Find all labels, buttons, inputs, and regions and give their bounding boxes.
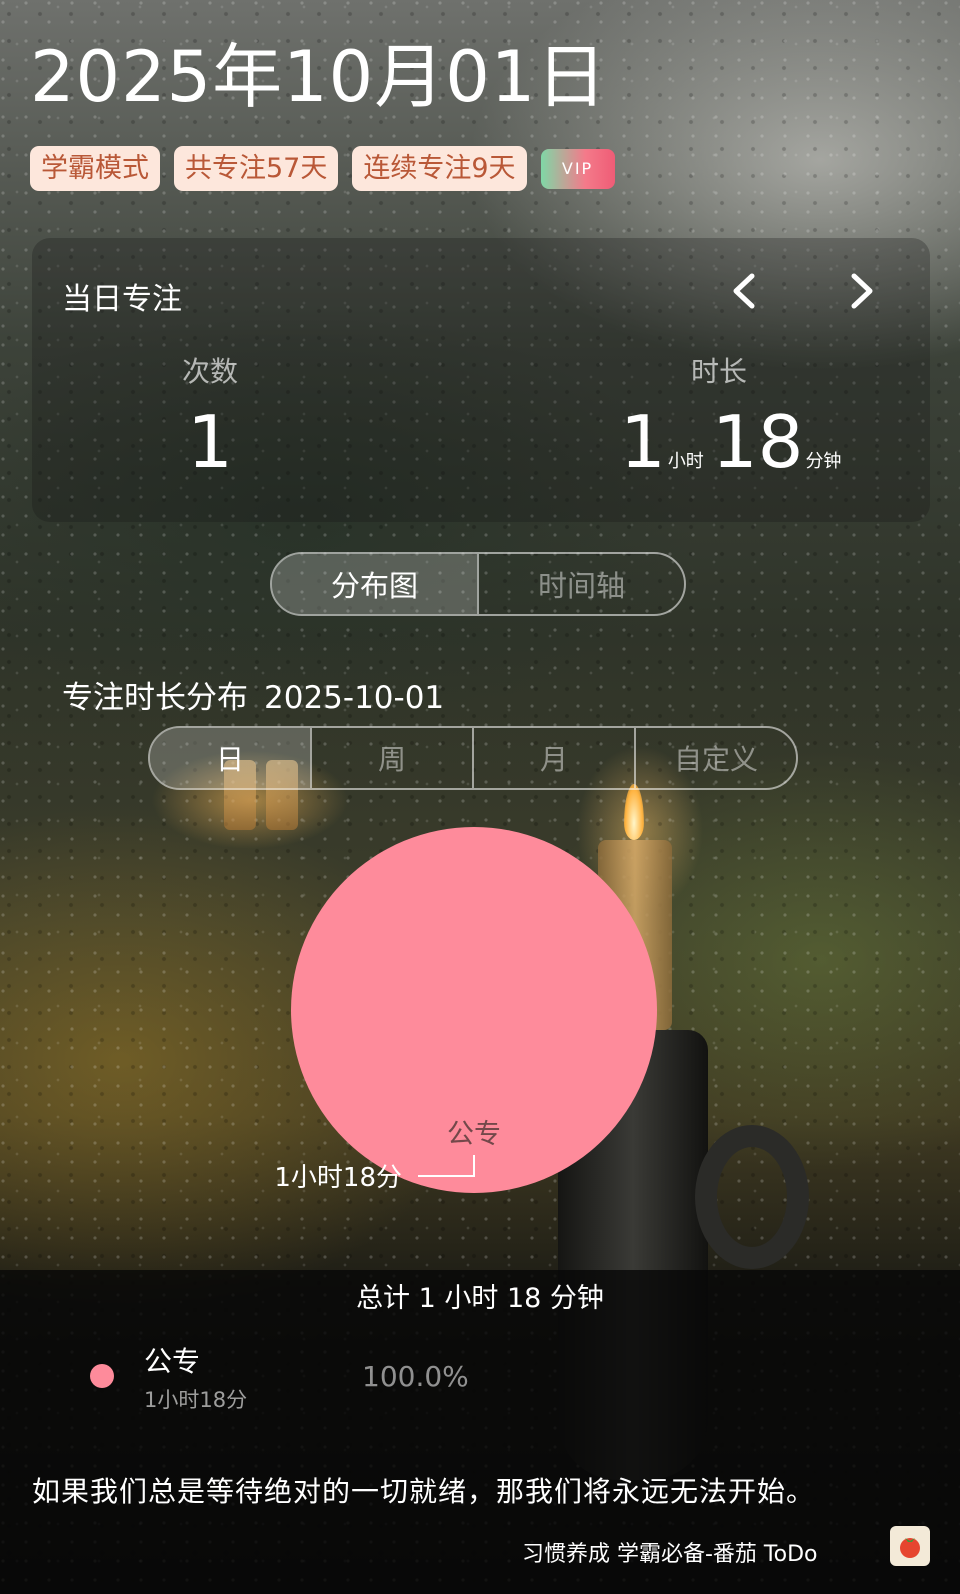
legend-color-dot: [90, 1364, 114, 1388]
tab-week[interactable]: 周: [310, 728, 472, 788]
page-date: 2025年10月01日: [30, 36, 608, 118]
footer-text: 习惯养成 学霸必备-番茄 ToDo: [522, 1542, 818, 1567]
distribution-title-text: 专注时长分布: [62, 680, 248, 716]
tomato-icon: [900, 1538, 920, 1558]
duration-label: 时长: [690, 355, 747, 388]
minutes-unit: 分钟: [805, 451, 842, 472]
count-value: 1: [187, 400, 233, 484]
vip-badge: VIP: [540, 149, 615, 189]
badge-row: 学霸模式 共专注57天 连续专注9天 VIP: [30, 146, 615, 191]
duration-minutes: 18: [711, 400, 804, 484]
distribution-pie-chart: 公专 1小时18分: [274, 827, 657, 1193]
chevron-right-icon: [851, 273, 873, 309]
pie-value-label: 1小时18分: [274, 1163, 402, 1193]
chevron-left-icon: [733, 273, 755, 309]
tab-day[interactable]: 日: [150, 728, 310, 788]
tab-custom[interactable]: 自定义: [634, 728, 796, 788]
app-logo: [890, 1526, 930, 1566]
legend-item-name: 公专: [144, 1345, 201, 1378]
total-days-badge: 共专注57天: [174, 146, 339, 191]
hours-unit: 小时: [667, 451, 704, 472]
daily-focus-panel: 当日专注 次数 1 时长 1 小时 18 分钟: [32, 238, 930, 522]
next-day-button[interactable]: [840, 270, 882, 312]
duration-hours: 1: [620, 400, 666, 484]
tab-timeline[interactable]: 时间轴: [477, 554, 684, 614]
count-label: 次数: [181, 355, 238, 388]
motivational-quote: 如果我们总是等待绝对的一切就绪，那我们将永远无法开始。: [32, 1475, 816, 1508]
range-tabs: 日 周 月 自定义: [148, 726, 798, 790]
panel-title: 当日专注: [62, 282, 182, 317]
view-toggle: 分布图 时间轴: [270, 552, 686, 616]
legend-item-percent: 100.0%: [362, 1360, 469, 1393]
distribution-date: 2025-10-01: [264, 680, 445, 716]
pie-slice-label: 公专: [447, 1119, 501, 1150]
streak-badge: 连续专注9天: [352, 146, 527, 191]
tab-month[interactable]: 月: [472, 728, 634, 788]
previous-day-button[interactable]: [724, 270, 766, 312]
tab-distribution[interactable]: 分布图: [272, 554, 477, 614]
total-duration: 总计 1 小时 18 分钟: [356, 1283, 604, 1314]
distribution-title: 专注时长分布 2025-10-01: [62, 672, 444, 717]
duration-value: 1 小时 18 分钟: [620, 400, 849, 484]
mode-badge: 学霸模式: [30, 146, 160, 191]
legend-item-duration: 1小时18分: [144, 1388, 248, 1412]
